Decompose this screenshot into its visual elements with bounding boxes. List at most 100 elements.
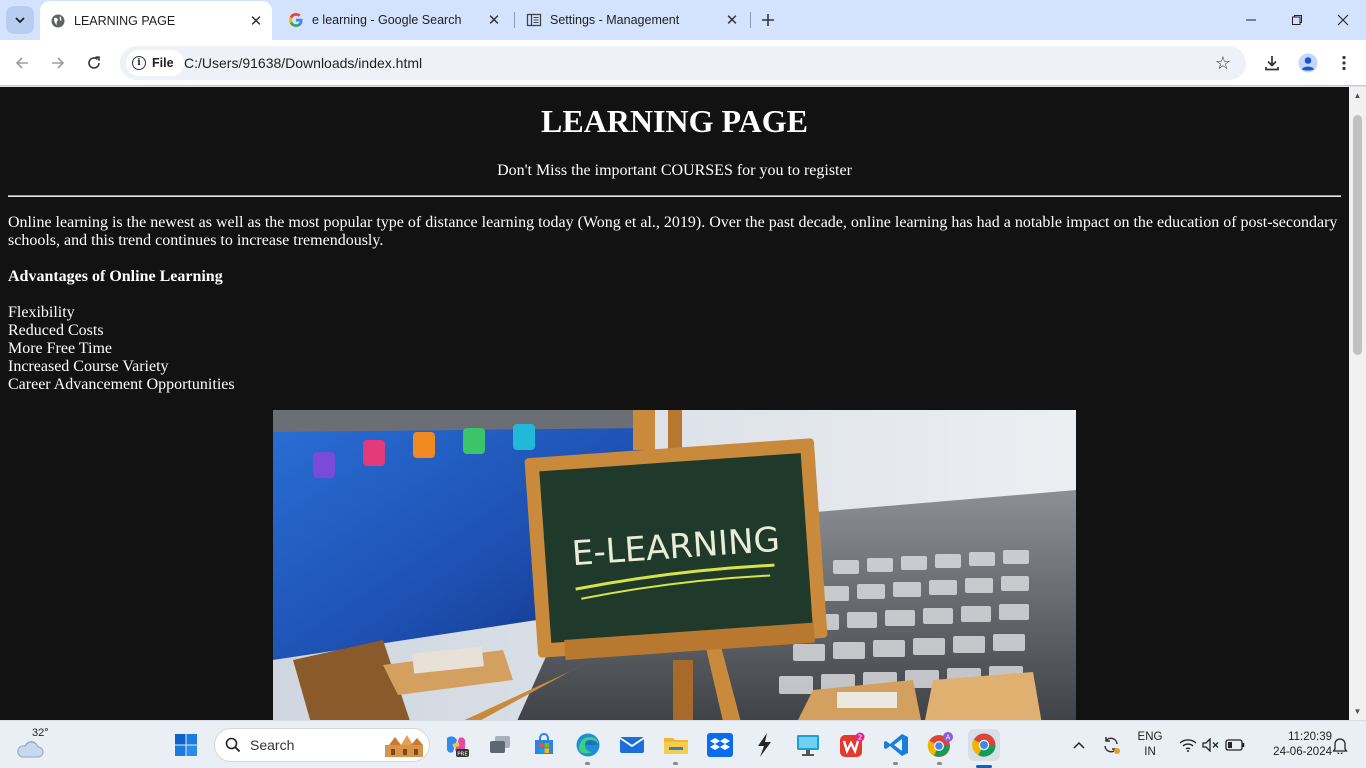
kebab-menu-icon <box>1342 55 1346 71</box>
site-info-label: File <box>152 56 174 70</box>
search-icon <box>225 737 241 753</box>
globe-icon <box>50 13 66 29</box>
weather-widget[interactable]: 32° <box>14 727 54 763</box>
minimize-button[interactable] <box>1228 0 1274 40</box>
language-code: ENG <box>1137 731 1163 743</box>
close-tab-icon[interactable]: ✕ <box>246 11 266 31</box>
mail-icon[interactable] <box>616 729 648 761</box>
chrome-profile-icon[interactable]: A <box>924 729 956 761</box>
close-tab-icon[interactable]: ✕ <box>722 10 742 30</box>
minimize-icon <box>1246 19 1256 21</box>
url-text[interactable]: C:/Users/91638/Downloads/index.html <box>184 46 422 80</box>
scroll-up-arrow-icon[interactable]: ▲ <box>1349 87 1366 104</box>
plus-icon <box>762 14 774 26</box>
tab-strip: LEARNING PAGE ✕ e learning - Google Sear… <box>0 0 1366 41</box>
tab-google-search[interactable]: e learning - Google Search ✕ <box>278 0 510 40</box>
running-app-indicator <box>585 762 590 765</box>
advantages-list: Flexibility Reduced Costs More Free Time… <box>8 304 235 394</box>
chevron-down-icon <box>15 17 25 24</box>
intro-paragraph: Online learning is the newest as well as… <box>8 214 1338 249</box>
arrow-right-icon <box>52 57 65 69</box>
volume-muted-icon[interactable] <box>1200 721 1222 768</box>
tab-title: Settings - Management <box>550 13 680 27</box>
wps-office-icon[interactable]: 2 <box>836 729 868 761</box>
svg-text:A: A <box>946 734 951 742</box>
show-hidden-icons-button[interactable] <box>1068 721 1090 768</box>
horizontal-rule <box>8 195 1341 197</box>
search-highlight-illustration-icon <box>385 735 423 757</box>
forward-button[interactable] <box>44 49 72 77</box>
vscode-icon[interactable] <box>880 729 912 761</box>
clock-time: 11:20:39 <box>1288 731 1332 743</box>
reload-icon <box>88 56 100 69</box>
running-app-indicator <box>937 762 942 765</box>
info-icon: i <box>132 56 146 70</box>
input-language-indicator[interactable]: ENG IN <box>1134 730 1166 760</box>
git-bash-app-icon[interactable] <box>748 729 780 761</box>
downloads-button[interactable] <box>1258 49 1286 77</box>
svg-text:PRE: PRE <box>457 752 468 758</box>
tab-learning-page[interactable]: LEARNING PAGE ✕ <box>40 1 272 41</box>
close-tab-icon[interactable]: ✕ <box>484 10 504 30</box>
dropbox-icon[interactable] <box>704 729 736 761</box>
weather-temperature: 32° <box>32 727 49 739</box>
arrow-left-icon <box>15 57 28 69</box>
scroll-down-arrow-icon[interactable]: ▼ <box>1349 703 1366 720</box>
weather-cloud-icon <box>17 741 44 758</box>
scrollbar-thumb[interactable] <box>1353 115 1362 355</box>
tab-search-button[interactable] <box>6 6 34 34</box>
page-subtitle: Don't Miss the important COURSES for you… <box>497 162 852 179</box>
region-code: IN <box>1144 746 1156 758</box>
windows-logo-icon <box>175 734 197 756</box>
reload-button[interactable] <box>80 49 108 77</box>
close-icon <box>1337 14 1349 26</box>
profile-avatar-icon <box>1298 53 1318 73</box>
close-window-button[interactable] <box>1320 0 1366 40</box>
file-explorer-icon[interactable] <box>660 729 692 761</box>
list-item: Flexibility <box>8 304 75 321</box>
restore-icon <box>1292 15 1302 25</box>
settings-icon <box>526 12 542 28</box>
new-tab-button[interactable] <box>756 9 780 31</box>
tab-title: LEARNING PAGE <box>74 14 176 28</box>
advantages-heading: Advantages of Online Learning <box>8 268 223 285</box>
address-bar[interactable]: i File C:/Users/91638/Downloads/index.ht… <box>120 46 1246 80</box>
taskbar: 32° Search PRE 2 A ENG IN 11:20:39 24-06… <box>0 720 1366 768</box>
wifi-icon[interactable] <box>1176 721 1200 768</box>
remote-desktop-icon[interactable] <box>792 729 824 761</box>
search-placeholder: Search <box>250 737 295 753</box>
battery-icon[interactable] <box>1222 721 1248 768</box>
running-app-indicator <box>673 762 678 765</box>
edge-browser-icon[interactable] <box>572 729 604 761</box>
task-view-icon[interactable] <box>484 729 516 761</box>
download-icon <box>1265 56 1279 71</box>
start-button[interactable] <box>170 729 202 761</box>
site-info-chip[interactable]: i File <box>126 50 184 76</box>
tab-separator <box>514 12 515 28</box>
list-item: Reduced Costs <box>8 322 104 339</box>
restore-button[interactable] <box>1274 0 1320 40</box>
microsoft-store-icon[interactable] <box>528 729 560 761</box>
taskbar-search-box[interactable]: Search <box>214 728 430 762</box>
bookmark-star-icon[interactable]: ☆ <box>1212 52 1234 74</box>
back-button[interactable] <box>8 49 36 77</box>
chevron-up-icon <box>1073 741 1085 749</box>
copilot-app-icon[interactable]: PRE <box>440 729 472 761</box>
page-viewport: LEARNING PAGE Don't Miss the important C… <box>0 87 1349 720</box>
list-item: Increased Course Variety <box>8 358 169 375</box>
browser-toolbar: i File C:/Users/91638/Downloads/index.ht… <box>0 40 1366 86</box>
system-clock[interactable]: 11:20:39 24-06-2024 <box>1252 730 1332 760</box>
sync-status-icon[interactable] <box>1098 721 1124 768</box>
chrome-icon[interactable] <box>968 729 1000 761</box>
profile-button[interactable] <box>1294 49 1322 77</box>
menu-button[interactable] <box>1330 49 1358 77</box>
notifications-bell-icon[interactable] <box>1330 721 1350 768</box>
list-item: More Free Time <box>8 340 112 357</box>
tab-separator <box>750 12 751 28</box>
svg-text:2: 2 <box>858 734 862 742</box>
tab-title: e learning - Google Search <box>312 13 462 27</box>
elearning-image: E-LEARNING <box>273 410 1076 720</box>
tab-settings-management[interactable]: Settings - Management ✕ <box>516 0 748 40</box>
running-app-indicator <box>893 762 898 765</box>
vertical-scrollbar[interactable]: ▲ ▼ <box>1349 87 1366 720</box>
